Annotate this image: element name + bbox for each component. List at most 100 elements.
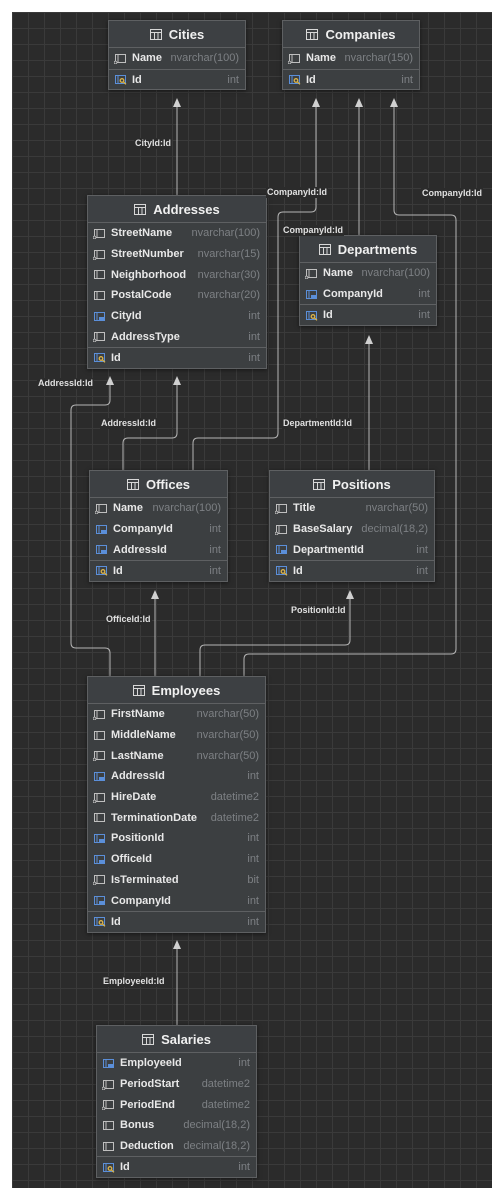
column-name: Id bbox=[293, 564, 303, 577]
foreign-key-icon bbox=[305, 288, 319, 300]
table-cities[interactable]: Cities Name nvarchar(100) Id int bbox=[108, 20, 246, 91]
column-row[interactable]: Id int bbox=[88, 910, 265, 932]
table-name: Positions bbox=[332, 476, 391, 492]
primary-key-icon bbox=[95, 565, 109, 577]
column-row[interactable]: BaseSalary decimal(18,2) bbox=[270, 519, 434, 540]
table-icon bbox=[126, 478, 139, 490]
column-row[interactable]: Name nvarchar(100) bbox=[90, 498, 227, 519]
foreign-key-icon bbox=[93, 895, 107, 907]
table-header[interactable]: Offices bbox=[90, 471, 227, 498]
table-icon bbox=[142, 1033, 155, 1045]
column-name: FirstName bbox=[111, 708, 165, 721]
relation-label: AddressId:Id bbox=[100, 418, 158, 429]
column-row[interactable]: Neighborhood nvarchar(30) bbox=[88, 264, 266, 285]
column-name: Deduction bbox=[120, 1140, 174, 1153]
column-type: nvarchar(50) bbox=[196, 749, 259, 762]
column-type: int bbox=[227, 73, 239, 86]
primary-key-icon bbox=[93, 916, 107, 928]
column-name: StreetNumber bbox=[111, 248, 184, 261]
column-icon bbox=[93, 750, 107, 762]
relation-arrowhead bbox=[173, 98, 181, 107]
table-header[interactable]: Departments bbox=[300, 236, 436, 263]
column-row[interactable]: Id int bbox=[97, 1156, 256, 1177]
table-name: Salaries bbox=[161, 1031, 211, 1047]
column-row[interactable]: OfficeId int bbox=[88, 849, 265, 870]
primary-key-icon bbox=[93, 352, 107, 364]
table-positions[interactable]: Positions Title nvarchar(50) BaseSalary deci… bbox=[269, 470, 435, 582]
column-type: nvarchar(50) bbox=[196, 729, 259, 742]
column-name: CityId bbox=[111, 310, 142, 323]
column-row[interactable]: Name nvarchar(100) bbox=[300, 263, 436, 284]
table-salaries[interactable]: Salaries EmployeeId int PeriodStart datetime… bbox=[96, 1025, 257, 1179]
nullable-column-icon bbox=[93, 289, 107, 301]
column-row[interactable]: AddressType int bbox=[88, 326, 266, 347]
column-name: IsTerminated bbox=[111, 873, 179, 886]
column-type: int bbox=[238, 1161, 250, 1174]
nullable-column-icon bbox=[102, 1140, 116, 1152]
column-row[interactable]: Bonus decimal(18,2) bbox=[97, 1115, 256, 1136]
table-offices[interactable]: Offices Name nvarchar(100) CompanyId int Addr… bbox=[89, 470, 228, 582]
column-type: datetime2 bbox=[210, 811, 259, 824]
table-header[interactable]: Positions bbox=[270, 471, 434, 498]
column-row[interactable]: StreetNumber nvarchar(15) bbox=[88, 244, 266, 265]
column-row[interactable]: CityId int bbox=[88, 306, 266, 327]
table-header[interactable]: Cities bbox=[109, 21, 245, 48]
column-row[interactable]: Id int bbox=[90, 560, 227, 581]
column-icon bbox=[93, 227, 107, 239]
relation-label: EmployeeId:Id bbox=[102, 976, 166, 987]
column-row[interactable]: PostalCode nvarchar(20) bbox=[88, 285, 266, 306]
column-row[interactable]: LastName nvarchar(50) bbox=[88, 745, 265, 766]
column-row[interactable]: DepartmentId int bbox=[270, 539, 434, 560]
table-name: Departments bbox=[337, 241, 418, 257]
nullable-column-icon bbox=[93, 269, 107, 281]
column-row[interactable]: AddressId int bbox=[90, 539, 227, 560]
column-row[interactable]: Id int bbox=[109, 68, 245, 90]
column-row[interactable]: PositionId int bbox=[88, 828, 265, 849]
relation-arrowhead bbox=[312, 98, 320, 107]
column-row[interactable]: Id int bbox=[283, 68, 419, 90]
table-icon bbox=[313, 478, 326, 490]
column-type: int bbox=[247, 915, 259, 928]
diagram-canvas[interactable]: Cities Name nvarchar(100) Id int Companies Nam… bbox=[12, 12, 492, 1188]
table-companies[interactable]: Companies Name nvarchar(150) Id int bbox=[282, 20, 420, 91]
column-row[interactable]: FirstName nvarchar(50) bbox=[88, 704, 265, 725]
column-row[interactable]: Id int bbox=[270, 560, 434, 581]
column-row[interactable]: TerminationDate datetime2 bbox=[88, 807, 265, 828]
column-row[interactable]: StreetName nvarchar(100) bbox=[88, 223, 266, 244]
column-type: nvarchar(100) bbox=[191, 227, 260, 240]
column-row[interactable]: Name nvarchar(150) bbox=[283, 48, 419, 69]
column-row[interactable]: HireDate datetime2 bbox=[88, 787, 265, 808]
table-employees[interactable]: Employees FirstName nvarchar(50) MiddleName… bbox=[87, 676, 266, 933]
column-row[interactable]: EmployeeId int bbox=[97, 1053, 256, 1074]
column-row[interactable]: Id int bbox=[88, 347, 266, 368]
table-header[interactable]: Companies bbox=[283, 21, 419, 48]
column-row[interactable]: Deduction decimal(18,2) bbox=[97, 1136, 256, 1157]
column-row[interactable]: Id int bbox=[300, 304, 436, 325]
column-icon bbox=[288, 52, 302, 64]
table-addresses[interactable]: Addresses StreetName nvarchar(100) StreetNu… bbox=[87, 195, 267, 369]
column-row[interactable]: Title nvarchar(50) bbox=[270, 498, 434, 519]
column-row[interactable]: AddressId int bbox=[88, 766, 265, 787]
column-type: int bbox=[247, 832, 259, 845]
column-name: TerminationDate bbox=[111, 811, 197, 824]
table-name: Employees bbox=[151, 682, 221, 698]
column-row[interactable]: CompanyId int bbox=[300, 284, 436, 305]
column-name: Title bbox=[293, 502, 316, 515]
column-type: int bbox=[247, 894, 259, 907]
column-type: int bbox=[209, 543, 221, 556]
foreign-key-icon bbox=[93, 770, 107, 782]
table-header[interactable]: Employees bbox=[88, 677, 265, 704]
column-row[interactable]: MiddleName nvarchar(50) bbox=[88, 725, 265, 746]
column-type: decimal(18,2) bbox=[361, 523, 428, 536]
column-row[interactable]: CompanyId int bbox=[90, 519, 227, 540]
table-header[interactable]: Addresses bbox=[88, 196, 266, 223]
column-row[interactable]: PeriodEnd datetime2 bbox=[97, 1094, 256, 1115]
column-row[interactable]: CompanyId int bbox=[88, 890, 265, 911]
table-departments[interactable]: Departments Name nvarchar(100) CompanyId int… bbox=[299, 235, 437, 327]
column-row[interactable]: Name nvarchar(100) bbox=[109, 48, 245, 69]
column-row[interactable]: PeriodStart datetime2 bbox=[97, 1074, 256, 1095]
column-type: nvarchar(100) bbox=[361, 267, 430, 280]
column-row[interactable]: IsTerminated bit bbox=[88, 870, 265, 891]
table-header[interactable]: Salaries bbox=[97, 1026, 256, 1053]
column-name: Id bbox=[323, 309, 333, 322]
